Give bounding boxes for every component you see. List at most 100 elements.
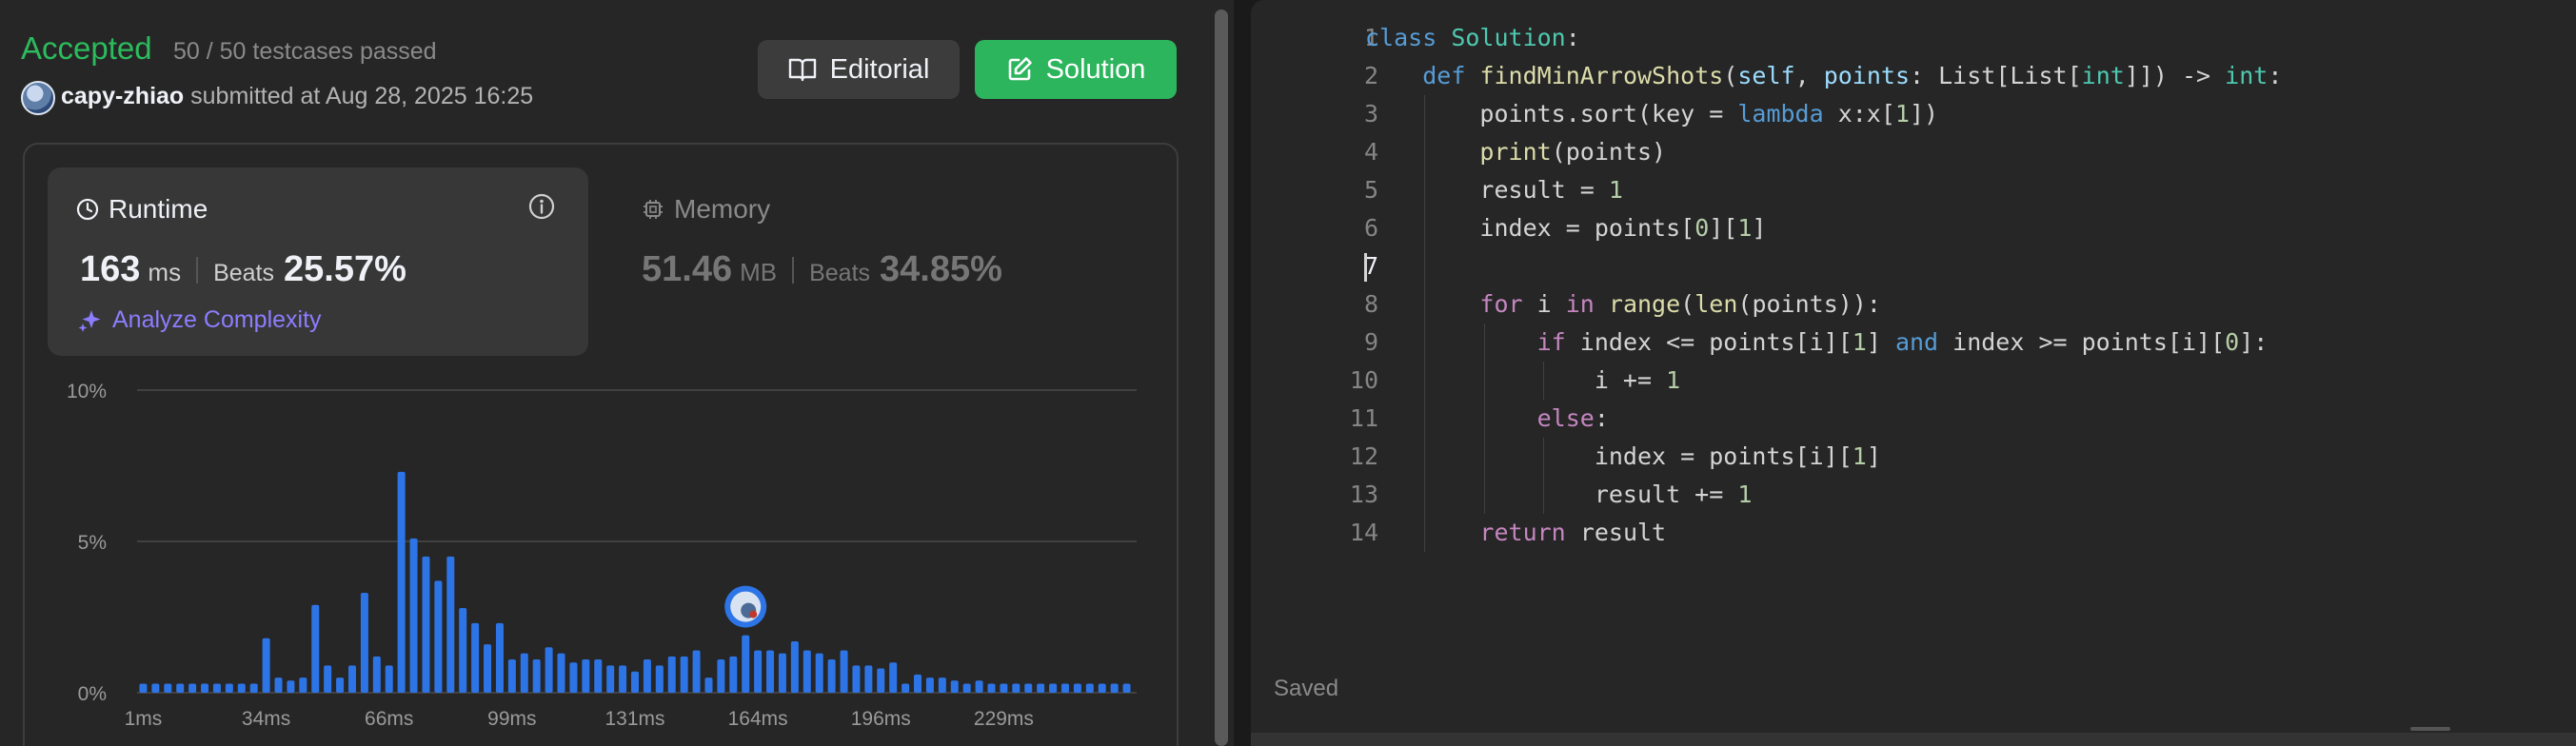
chart-bar[interactable] <box>877 668 885 693</box>
chart-bar[interactable] <box>840 650 848 693</box>
avatar[interactable] <box>21 81 55 115</box>
chart-bar[interactable] <box>262 638 270 693</box>
chart-bar[interactable] <box>299 677 307 693</box>
info-icon[interactable] <box>527 192 556 221</box>
code-line[interactable]: 3 points.sort(key = lambda x:x[1]) <box>1251 95 2576 133</box>
chart-bar[interactable] <box>495 622 504 693</box>
analyze-complexity-link[interactable]: Analyze Complexity <box>78 306 322 334</box>
chart-bar[interactable] <box>902 683 910 693</box>
chart-bar[interactable] <box>925 677 934 693</box>
chart-bar[interactable] <box>938 677 946 693</box>
code-line[interactable]: 10 i += 1 <box>1251 362 2576 400</box>
code-line[interactable]: 9 if index <= points[i][1] and index >= … <box>1251 324 2576 362</box>
chart-bar[interactable] <box>790 640 799 693</box>
chart-bar[interactable] <box>742 635 750 693</box>
chart-bar[interactable] <box>347 665 356 693</box>
resize-handle[interactable] <box>2410 727 2450 731</box>
chart-bar[interactable] <box>422 556 430 693</box>
chart-bar[interactable] <box>1073 683 1081 693</box>
chart-bar[interactable] <box>274 677 283 693</box>
editorial-button[interactable]: Editorial <box>758 40 960 99</box>
chart-bar[interactable] <box>975 680 983 693</box>
chart-bar[interactable] <box>1049 683 1058 693</box>
chart-bar[interactable] <box>962 683 971 693</box>
chart-bar[interactable] <box>176 683 185 693</box>
chart-bar[interactable] <box>778 653 786 693</box>
chart-bar[interactable] <box>729 656 738 693</box>
chart-bar[interactable] <box>582 659 590 693</box>
chart-bar[interactable] <box>594 659 603 693</box>
chart-bar[interactable] <box>717 659 725 693</box>
code-line[interactable]: 2 def findMinArrowShots(self, points: Li… <box>1251 57 2576 95</box>
code-editor[interactable]: 1 class Solution: 2 def findMinArrowShots(… <box>1251 19 2576 552</box>
chart-bar[interactable] <box>1012 683 1020 693</box>
scrollbar-thumb[interactable] <box>1215 10 1228 746</box>
chart-bar[interactable] <box>409 538 418 693</box>
chart-bar[interactable] <box>950 680 959 693</box>
code-line[interactable]: 12 index = points[i][1] <box>1251 438 2576 476</box>
code-line[interactable]: 11 else: <box>1251 400 2576 438</box>
code-line[interactable]: 6 index = points[0][1] <box>1251 209 2576 247</box>
chart-bar[interactable] <box>987 683 996 693</box>
chart-bar[interactable] <box>336 677 345 693</box>
chart-bar[interactable] <box>1060 683 1069 693</box>
chart-bar[interactable] <box>237 683 246 693</box>
chart-bar[interactable] <box>507 659 516 693</box>
chart-bar[interactable] <box>1024 683 1033 693</box>
chart-bar[interactable] <box>557 653 565 693</box>
chart-bar[interactable] <box>667 656 676 693</box>
code-line[interactable]: 7 <box>1251 247 2576 285</box>
chart-bar[interactable] <box>324 665 332 693</box>
code-line[interactable]: 14 return result <box>1251 514 2576 552</box>
chart-bar[interactable] <box>1000 683 1008 693</box>
chart-bar[interactable] <box>1098 683 1106 693</box>
chart-bar[interactable] <box>1110 683 1119 693</box>
my-submission-avatar-marker[interactable] <box>724 585 767 628</box>
code-line[interactable]: 4 print(points) <box>1251 133 2576 171</box>
chart-bar[interactable] <box>864 665 873 693</box>
chart-bar[interactable] <box>287 680 295 693</box>
chart-bar[interactable] <box>151 683 160 693</box>
code-line[interactable]: 1 class Solution: <box>1251 19 2576 57</box>
chart-bar[interactable] <box>249 683 258 693</box>
chart-bar[interactable] <box>212 683 221 693</box>
memory-heading[interactable]: Memory <box>642 194 770 225</box>
chart-bar[interactable] <box>815 653 823 693</box>
chart-bar[interactable] <box>1122 683 1131 693</box>
chart-bar[interactable] <box>692 650 701 693</box>
chart-bar[interactable] <box>619 665 627 693</box>
chart-bar[interactable] <box>606 665 615 693</box>
chart-bar[interactable] <box>471 622 480 693</box>
chart-bar[interactable] <box>139 683 148 693</box>
chart-bar[interactable] <box>630 671 640 693</box>
pane-divider[interactable] <box>1234 0 1251 746</box>
chart-bar[interactable] <box>397 471 406 693</box>
chart-bar[interactable] <box>569 662 578 693</box>
chart-bar[interactable] <box>889 662 898 693</box>
chart-bar[interactable] <box>360 593 368 693</box>
chart-bar[interactable] <box>164 683 172 693</box>
chart-bar[interactable] <box>434 580 443 693</box>
chart-bar[interactable] <box>655 665 664 693</box>
username-link[interactable]: capy-zhiao <box>61 83 184 109</box>
chart-bar[interactable] <box>680 656 688 693</box>
chart-bar[interactable] <box>225 683 233 693</box>
chart-bar[interactable] <box>446 556 455 693</box>
chart-bar[interactable] <box>201 683 209 693</box>
chart-bar[interactable] <box>754 650 763 693</box>
chart-bar[interactable] <box>803 650 811 693</box>
chart-bar[interactable] <box>188 683 197 693</box>
chart-bar[interactable] <box>914 674 922 693</box>
chart-bar[interactable] <box>532 659 541 693</box>
chart-bar[interactable] <box>704 677 713 693</box>
chart-bar[interactable] <box>520 653 528 693</box>
chart-bar[interactable] <box>1037 683 1045 693</box>
chart-bar[interactable] <box>385 665 393 693</box>
chart-bar[interactable] <box>545 647 553 693</box>
chart-bar[interactable] <box>643 659 651 693</box>
chart-bar[interactable] <box>372 656 381 693</box>
chart-bar[interactable] <box>1085 683 1094 693</box>
chart-bar[interactable] <box>459 607 467 693</box>
chart-bar[interactable] <box>827 659 836 693</box>
chart-bar[interactable] <box>311 604 320 693</box>
